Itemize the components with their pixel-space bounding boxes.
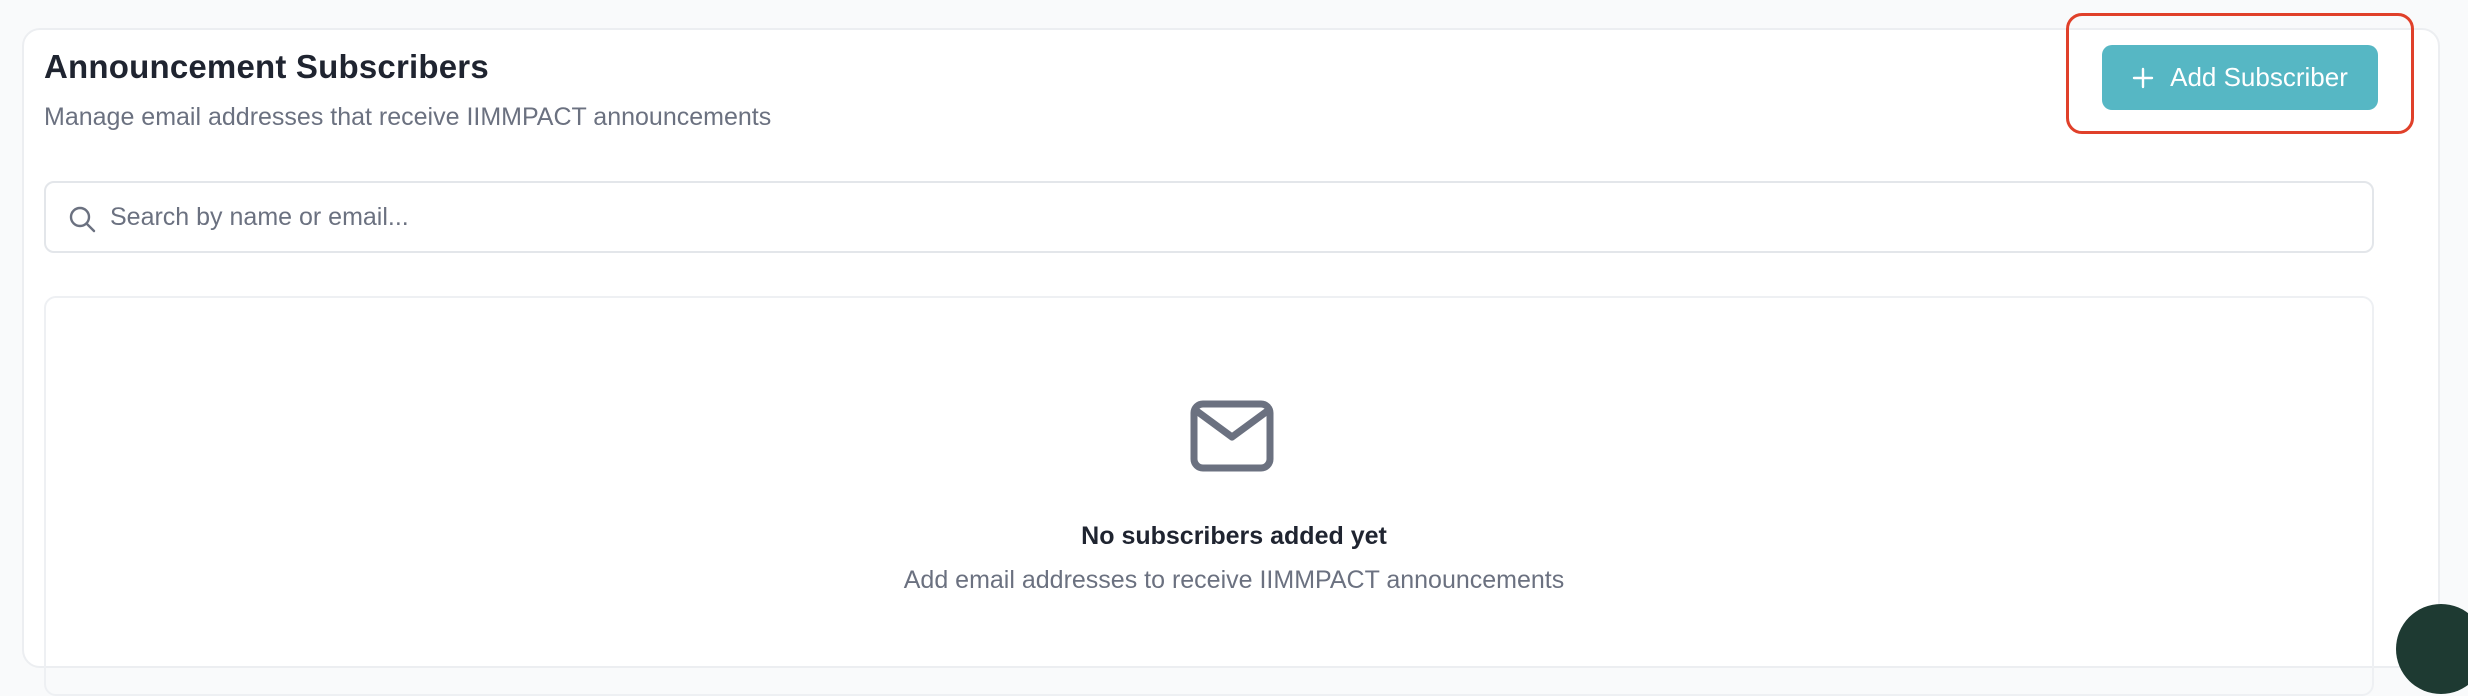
search-bar (44, 181, 2374, 253)
mail-icon (1190, 400, 1274, 472)
search-input[interactable] (110, 183, 2350, 251)
add-subscriber-label: Add Subscriber (2170, 62, 2348, 92)
plus-icon (2132, 67, 2154, 89)
empty-state-title: No subscribers added yet (1081, 522, 1387, 550)
empty-state-panel (44, 296, 2374, 696)
page-subtitle: Manage email addresses that receive IIMM… (44, 103, 772, 131)
empty-state-message: Add email addresses to receive IIMMPACT … (903, 566, 1565, 594)
add-subscriber-button[interactable]: Add Subscriber (2102, 45, 2378, 110)
page-title: Announcement Subscribers (44, 48, 489, 85)
search-icon (68, 205, 96, 233)
